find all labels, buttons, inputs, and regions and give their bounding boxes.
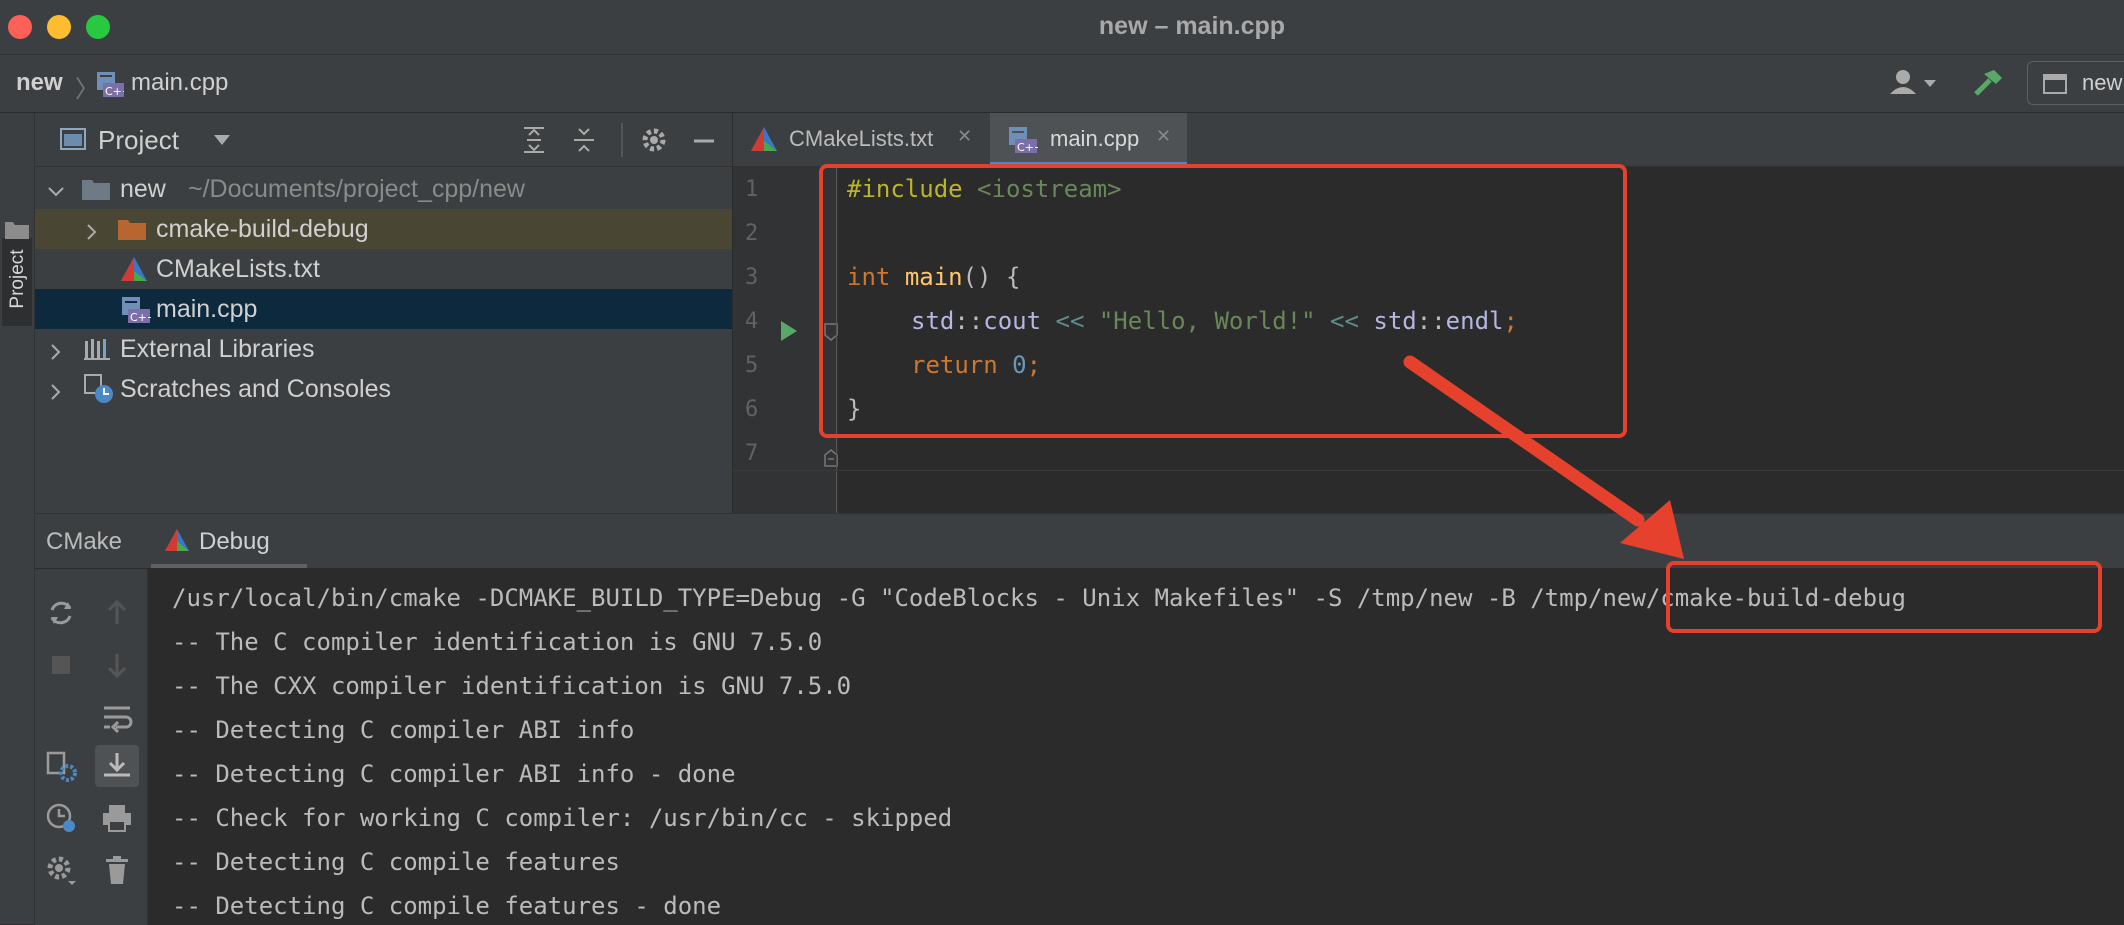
tree-item-cmakelists[interactable]: CMakeLists.txt: [35, 249, 732, 289]
tree-item-label: External Libraries: [120, 335, 315, 363]
output-line: -- Check for working C compiler: /usr/bi…: [172, 804, 953, 832]
build-hammer-icon[interactable]: [1970, 68, 2004, 98]
scroll-to-end-button[interactable]: [95, 745, 139, 787]
line-number: 5: [745, 353, 759, 378]
tab-cmakelists[interactable]: CMakeLists.txt ✕: [733, 113, 989, 166]
cmake-settings-icon[interactable]: [44, 749, 78, 783]
history-icon[interactable]: [44, 801, 78, 835]
cmake-file-icon: [163, 527, 191, 553]
tool-window-toolbar: [35, 569, 148, 925]
project-tool-window-tab[interactable]: Project: [2, 238, 32, 326]
cpp-file-icon: C++: [94, 69, 131, 99]
editor-tabs: CMakeLists.txt ✕ C++ main.cpp ✕: [733, 113, 2124, 167]
run-configuration-label: new: [2082, 70, 2123, 95]
build-path-highlight-box: [1666, 561, 2102, 633]
folder-icon: [4, 218, 30, 240]
tree-item-label: new: [120, 175, 166, 203]
project-tab-label: Project: [7, 249, 28, 309]
line-number: 6: [745, 397, 759, 422]
line-number: 7: [745, 441, 759, 466]
chevron-right-icon[interactable]: [83, 219, 101, 240]
output-line: -- Detecting C compile features: [172, 848, 620, 876]
tab-label: CMakeLists.txt: [789, 126, 934, 151]
output-line: -- Detecting C compile features - done: [172, 892, 722, 920]
run-configuration-selector[interactable]: new: [2027, 61, 2124, 105]
tree-item-label: Scratches and Consoles: [120, 375, 391, 403]
tree-item-scratches[interactable]: Scratches and Consoles: [35, 369, 732, 409]
output-line: -- Detecting C compiler ABI info: [172, 716, 635, 744]
project-view-icon: [59, 127, 89, 153]
close-icon[interactable]: ✕: [957, 126, 972, 147]
arrow-up-icon[interactable]: [100, 596, 134, 630]
tree-item-path: ~/Documents/project_cpp/new: [188, 175, 525, 203]
project-panel-title[interactable]: Project: [98, 125, 179, 156]
tab-debug[interactable]: Debug: [151, 514, 307, 568]
soft-wrap-icon[interactable]: [100, 700, 134, 734]
run-gutter-icon[interactable]: [779, 319, 799, 343]
arrow-down-icon[interactable]: [100, 648, 134, 682]
cpp-file-icon: C++: [119, 295, 156, 325]
stop-icon[interactable]: [44, 648, 78, 682]
tab-cmake[interactable]: CMake: [46, 528, 122, 556]
tree-item-new[interactable]: new ~/Documents/project_cpp/new: [35, 169, 732, 209]
project-panel: Project new ~/Documents/project_cpp/new: [35, 113, 733, 513]
output-line: -- The CXX compiler identification is GN…: [172, 672, 852, 700]
tree-item-main-cpp[interactable]: C++ main.cpp: [35, 289, 732, 329]
cmake-file-icon: [119, 255, 149, 283]
project-panel-header: Project: [35, 113, 732, 167]
line-number: 3: [745, 265, 759, 290]
collapse-all-icon[interactable]: [571, 125, 597, 155]
line-number: 1: [745, 177, 759, 202]
svg-text:C++: C++: [1017, 141, 1038, 154]
expand-all-icon[interactable]: [521, 125, 547, 155]
gear-icon[interactable]: [44, 853, 78, 887]
scroll-to-end-icon: [100, 749, 134, 783]
output-line: -- The C compiler identification is GNU …: [172, 628, 823, 656]
toolbar-divider: [621, 123, 623, 157]
line-number: 4: [745, 309, 759, 334]
cpp-file-icon: C++: [1006, 125, 1043, 155]
title-bar: new – main.cpp: [0, 0, 2124, 55]
output-line: -- Detecting C compiler ABI info - done: [172, 760, 736, 788]
svg-text:C++: C++: [130, 311, 151, 324]
line-number: 2: [745, 221, 759, 246]
chevron-right-icon[interactable]: [47, 339, 65, 360]
folder-icon: [117, 215, 147, 243]
output-line: /usr/local/bin/cmake -DCMAKE_BUILD_TYPE=…: [172, 584, 1906, 612]
hide-panel-icon[interactable]: [691, 125, 717, 155]
print-icon[interactable]: [100, 801, 134, 835]
breadcrumb-project[interactable]: new: [16, 69, 63, 97]
library-icon: [83, 335, 113, 363]
breadcrumb-file[interactable]: main.cpp: [131, 69, 228, 97]
folder-icon: [81, 175, 111, 203]
user-account-icon[interactable]: [1886, 68, 1938, 98]
window-title: new – main.cpp: [1098, 12, 1286, 40]
view-dropdown-icon[interactable]: [213, 133, 231, 147]
chevron-down-icon[interactable]: [47, 179, 65, 197]
gear-icon[interactable]: [639, 125, 669, 155]
tab-label: main.cpp: [1050, 126, 1140, 151]
navigation-bar: new 〉 C++ main.cpp new: [0, 55, 2124, 113]
annotation-arrow: [1403, 355, 1684, 559]
reload-icon[interactable]: [44, 596, 78, 630]
tree-item-label: main.cpp: [156, 295, 258, 323]
left-tool-strip: Project: [0, 113, 35, 924]
tree-item-label: CMakeLists.txt: [156, 255, 320, 283]
tab-main-cpp[interactable]: C++ main.cpp ✕: [990, 113, 1187, 166]
tree-item-external-libraries[interactable]: External Libraries: [35, 329, 732, 369]
scratches-icon: [83, 373, 115, 405]
window-icon: [2042, 70, 2070, 96]
chevron-right-icon[interactable]: [47, 379, 65, 400]
tree-item-label: cmake-build-debug: [156, 215, 369, 243]
trash-icon[interactable]: [100, 853, 134, 887]
tree-item-cmake-build-debug[interactable]: cmake-build-debug: [35, 209, 732, 249]
svg-text:C++: C++: [105, 85, 124, 98]
cmake-file-icon: [749, 125, 779, 153]
close-icon[interactable]: ✕: [1156, 126, 1171, 147]
tab-label: Debug: [199, 528, 270, 555]
tool-window-tabs: CMake Debug: [35, 514, 2124, 568]
